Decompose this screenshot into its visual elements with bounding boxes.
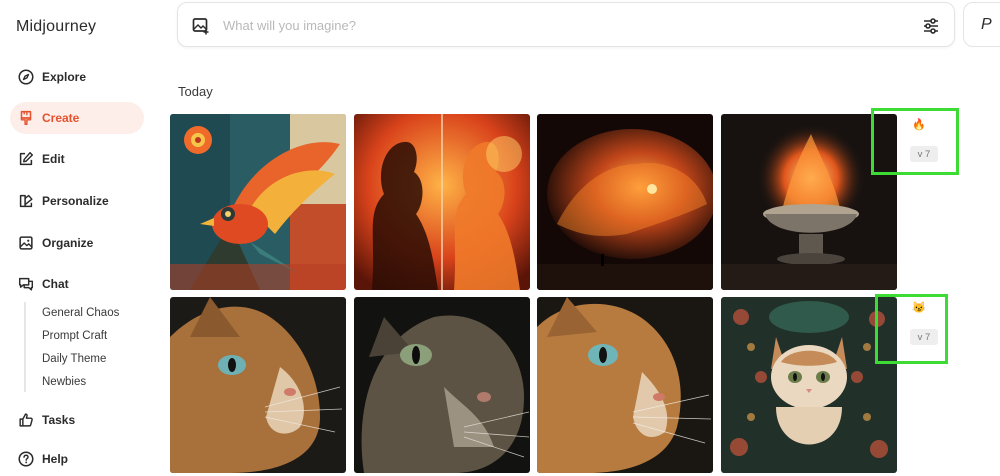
edit-icon [17,150,35,168]
chat-channel-newbies[interactable]: Newbies [42,376,86,388]
personalize-icon [17,192,35,210]
chat-channel-prompt-craft[interactable]: Prompt Craft [42,330,107,342]
image-phoenix-bird-art[interactable] [170,114,346,290]
sidebar: Midjourney Explore Create Edit Personali… [0,0,160,476]
chat-channel-list: General Chaos Prompt Craft Daily Theme N… [24,302,144,392]
thumbs-up-icon [17,411,35,429]
search-input[interactable]: What will you imagine? [223,18,356,33]
highlight-box [875,294,948,364]
image-fire-wolf-cloud[interactable] [537,114,713,290]
settings-sliders-icon[interactable] [921,16,941,36]
help-icon [17,450,35,468]
image-icon [17,234,35,252]
sidebar-item-label: Edit [42,152,65,166]
section-title: Today [178,84,213,99]
profile-label: P [981,16,992,33]
imagine-prompt-bar[interactable]: What will you imagine? [177,2,955,47]
compass-icon [17,68,35,86]
chat-channel-daily-theme[interactable]: Daily Theme [42,353,106,365]
sidebar-item-label: Tasks [42,413,76,427]
image-ornamental-kitten[interactable] [721,297,897,473]
image-orange-cat-closeup[interactable] [170,297,346,473]
chat-channel-general-chaos[interactable]: General Chaos [42,307,119,319]
sidebar-item-tasks[interactable]: Tasks [10,404,144,436]
brand-logo[interactable]: Midjourney [16,18,96,36]
add-image-icon[interactable] [191,16,211,36]
highlight-box [871,108,959,175]
sidebar-item-edit[interactable]: Edit [10,143,144,175]
chat-icon [17,275,35,293]
sidebar-item-label: Organize [42,236,94,250]
sidebar-item-label: Personalize [42,194,109,208]
image-tabby-cat-closeup[interactable] [354,297,530,473]
app: Midjourney Explore Create Edit Personali… [0,0,1000,476]
sidebar-item-label: Create [42,111,80,125]
sidebar-item-organize[interactable]: Organize [10,227,144,259]
image-orange-cat-profile[interactable] [537,297,713,473]
sidebar-item-label: Help [42,452,69,466]
sidebar-item-create[interactable]: Create [10,102,144,134]
sidebar-item-personalize[interactable]: Personalize [10,185,144,217]
sidebar-item-label: Explore [42,70,87,84]
image-woman-fire-silhouette[interactable] [354,114,530,290]
sidebar-item-help[interactable]: Help [10,443,144,475]
profile-button[interactable]: P [963,2,1000,47]
sidebar-item-explore[interactable]: Explore [10,61,144,93]
sidebar-item-label: Chat [42,277,69,291]
brush-icon [17,109,35,127]
sidebar-item-chat[interactable]: Chat [10,268,144,300]
